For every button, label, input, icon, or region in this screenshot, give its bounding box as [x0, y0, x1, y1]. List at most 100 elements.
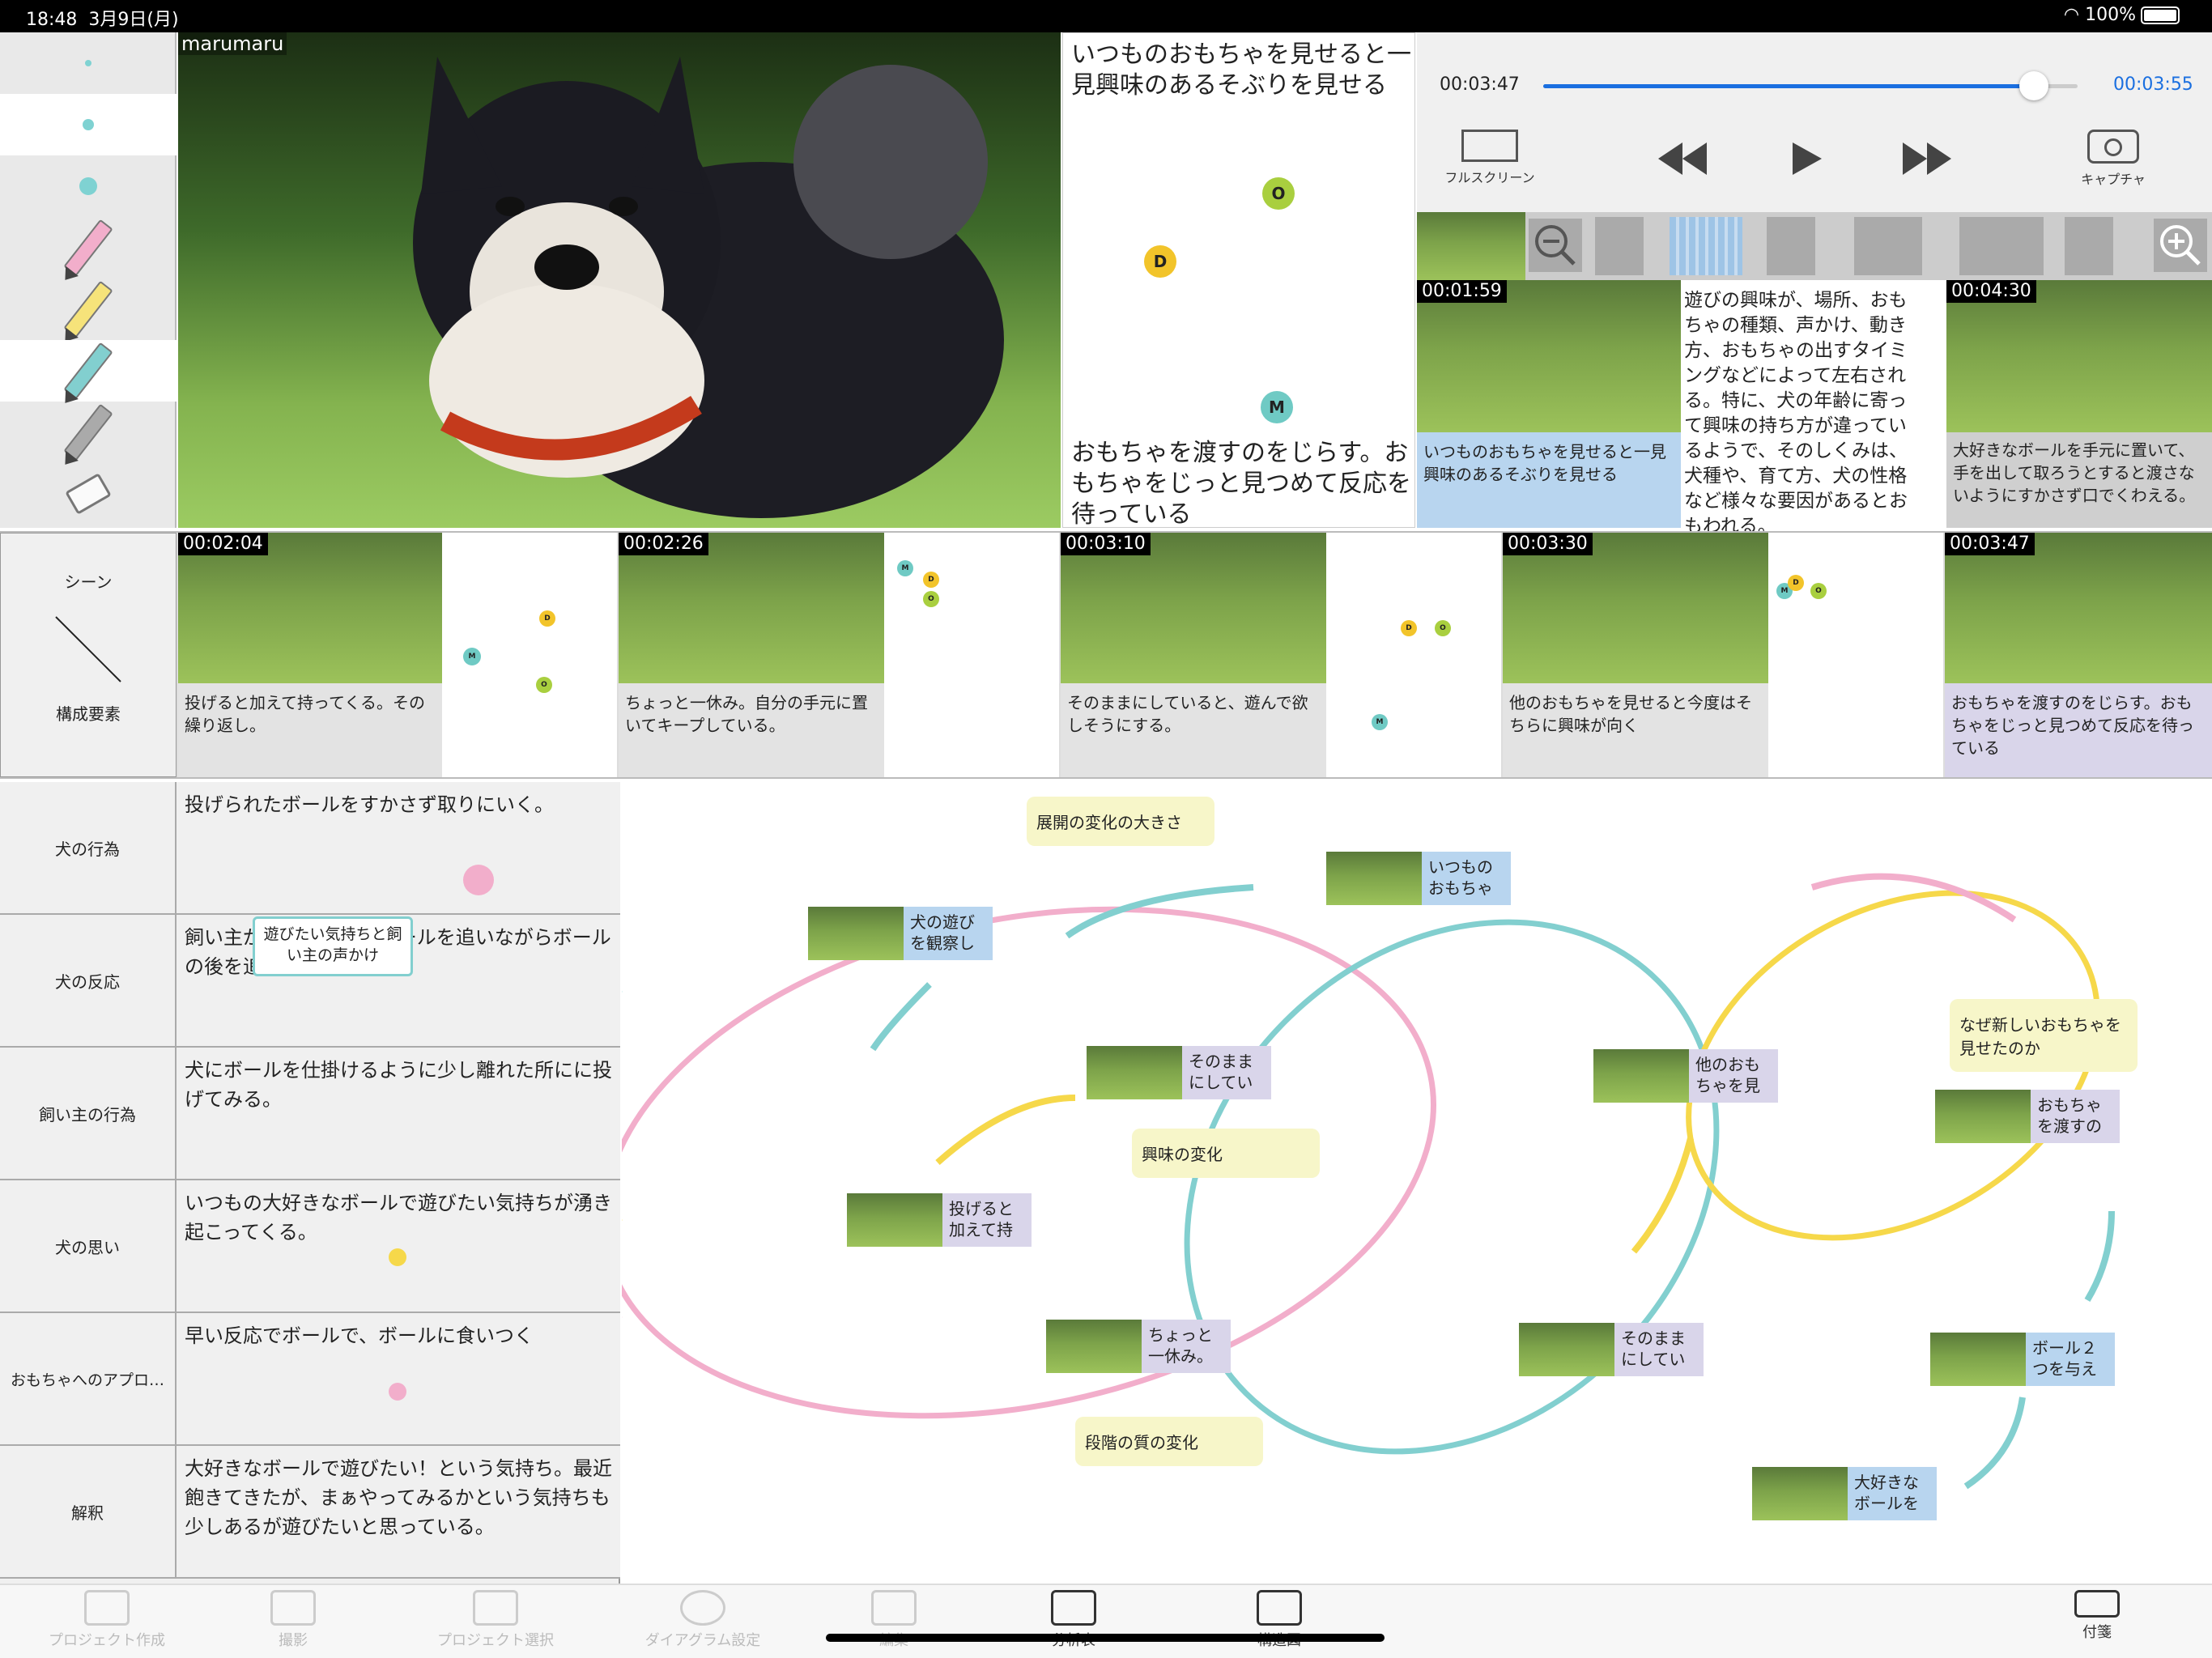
clip-caption: いつものおもちゃを見せると一見興味のあるそぶりを見せる [1417, 432, 1681, 528]
card-label: そのままにしてい [1182, 1046, 1271, 1099]
sticky-note[interactable]: 興味の変化 [1132, 1129, 1320, 1178]
scene-card-4[interactable]: 00:03:30 他のおもちゃを見せると今度はそちらに興味が向く M D O [1503, 533, 1943, 777]
table-row[interactable]: 犬の反応 飼い主が声をかけて、ボールを追いながらボールの後を追う。 遊びたい気持… [0, 915, 620, 1048]
pink-pencil-tool[interactable] [0, 217, 177, 278]
diagram-card[interactable]: おもちゃを渡すの [1935, 1090, 2120, 1143]
row-text: 早い反応でボールで、ボールに食いつく [185, 1324, 534, 1347]
table-row[interactable]: 犬の行為 投げられたボールをすかさず取りにいく。 [0, 782, 620, 915]
player-controls: 00:03:47 00:03:55 フルスクリーン キャプチャ [1417, 32, 2212, 212]
clip-thumbnail [1417, 280, 1681, 432]
card-thumbnail [1935, 1090, 2031, 1143]
play-button[interactable] [1789, 142, 1822, 178]
zoom-out-button[interactable] [1529, 219, 1582, 272]
zoom-in-icon [2160, 225, 2201, 266]
tab-diagram-settings[interactable]: ダイアグラム設定 [622, 1590, 784, 1650]
battery-status: ◠ 100% [2064, 5, 2180, 25]
diagram-card[interactable]: いつものおもちゃ [1326, 852, 1511, 905]
diagram-card[interactable]: 他のおもちゃを見 [1593, 1049, 1778, 1103]
fullscreen-button[interactable]: フルスクリーン [1441, 130, 1538, 186]
marker-m[interactable]: M [1261, 391, 1293, 423]
filmstrip-preview [1417, 212, 1525, 280]
fullscreen-icon [1461, 130, 1518, 162]
large-dot-icon [79, 177, 97, 195]
home-indicator [826, 1634, 1385, 1642]
diagram-card[interactable]: 大好きなボールを [1752, 1467, 1937, 1520]
sticky-note-icon [2074, 1590, 2120, 1618]
structure-diagram[interactable]: 展開の変化の大きさ 興味の変化 段階の質の変化 なぜ新しいおもちゃを見せたのか … [622, 782, 2212, 1584]
scene-card-5[interactable]: 00:03:47 おもちゃを渡すのをじらす。おもちゃをじっと見つめて反応を待って… [1945, 533, 2212, 777]
tab-project-create[interactable]: プロジェクト作成 [26, 1590, 188, 1650]
diagram-card[interactable]: 投げると加えて持 [847, 1193, 1032, 1247]
scene-card-1[interactable]: 00:02:04 投げると加えて持ってくる。その繰り返し。 D M O [178, 533, 617, 777]
diagonal-divider-icon [55, 616, 121, 682]
tab-shoot[interactable]: 撮影 [212, 1590, 374, 1650]
card-thumbnail [1326, 852, 1422, 905]
scene-marker-d: D [923, 572, 939, 588]
seek-track[interactable] [1543, 84, 2078, 88]
forward-button[interactable] [1903, 142, 1951, 178]
eraser-icon [65, 473, 112, 515]
side-clip-1[interactable]: 00:01:59 いつものおもちゃを見せると一見興味のあるそぶりを見せる [1417, 280, 1681, 528]
diagram-card[interactable]: そのままにしてい [1087, 1046, 1271, 1099]
yellow-pencil-tool[interactable] [0, 278, 177, 340]
scene-row: シーン 構成要素 00:02:04 投げると加えて持ってくる。その繰り返し。 D… [0, 531, 2212, 779]
clip-caption: 大好きなボールを手元に置いて、手を出して取ろうとすると渡さないようにすかさず口で… [1946, 432, 2212, 528]
seek-handle[interactable] [2019, 71, 2048, 100]
table-row[interactable]: 犬の思い いつもの大好きなボールで遊びたい気持ちが湧き起こってくる。 [0, 1180, 620, 1313]
scene-row-header: シーン 構成要素 [0, 533, 177, 777]
pen-size-small[interactable] [0, 32, 177, 94]
table-row[interactable]: 飼い主の行為 犬にボールを仕掛けるように少し離れた所にに投げてみる。 [0, 1048, 620, 1180]
link-tooltip[interactable]: 遊びたい気持ちと飼い主の声かけ [253, 916, 413, 976]
clip-thumbnail [1946, 280, 2212, 432]
diagram-card[interactable]: 犬の遊びを観察し [808, 907, 993, 960]
tools-icon [871, 1590, 917, 1626]
sticky-note[interactable]: 段階の質の変化 [1075, 1417, 1263, 1466]
scene-caption: おもちゃを渡すのをじらす。おもちゃをじっと見つめて反応を待っている [1945, 683, 2212, 777]
eraser-tool[interactable] [0, 463, 177, 525]
filmstrip-frame [2065, 217, 2113, 275]
card-label: いつものおもちゃ [1422, 852, 1511, 905]
pen-size-medium[interactable] [0, 94, 177, 155]
diagram-card[interactable]: ちょっと一休み。 [1046, 1320, 1231, 1373]
capture-button[interactable]: キャプチャ [2065, 130, 2162, 188]
gray-pencil-tool[interactable] [0, 402, 177, 463]
marker-d[interactable]: D [1144, 245, 1176, 278]
scene-label: シーン [64, 572, 113, 592]
diagram-card[interactable]: そのままにしてい [1519, 1323, 1704, 1376]
scene-time: 00:03:47 [1945, 533, 2035, 555]
card-label: 投げると加えて持 [942, 1193, 1032, 1247]
folder-icon [473, 1590, 518, 1626]
card-thumbnail [1593, 1049, 1689, 1103]
filmstrip-frame [1595, 217, 1644, 275]
marker-o[interactable]: O [1262, 177, 1295, 210]
row-label: 飼い主の行為 [0, 1048, 177, 1179]
scene-note-panel[interactable]: いつものおもちゃを見せると一見興味のあるそぶりを見せる O D M おもちゃを渡… [1062, 32, 1415, 529]
scene-time: 00:03:30 [1503, 533, 1593, 555]
card-thumbnail [1087, 1046, 1182, 1099]
rewind-button[interactable] [1658, 142, 1707, 178]
card-thumbnail [1752, 1467, 1848, 1520]
scene-card-2[interactable]: 00:02:26 ちょっと一休み。自分の手元に置いてキープしている。 M D O [619, 533, 1059, 777]
video-view[interactable]: marumaru [178, 32, 1061, 528]
sticky-note[interactable]: なぜ新しいおもちゃを見せたのか [1950, 999, 2138, 1072]
tab-project-select[interactable]: プロジェクト選択 [415, 1590, 576, 1650]
pen-size-large[interactable] [0, 155, 177, 217]
scene-marker-o: O [536, 677, 552, 693]
table-row[interactable]: おもちゃへのアプロ… 早い反応でボールで、ボールに食いつく [0, 1313, 620, 1446]
rewind-icon [1658, 142, 1707, 175]
teal-pencil-tool[interactable] [0, 340, 177, 402]
scene-marker-d: D [539, 610, 555, 627]
zoom-in-button[interactable] [2154, 219, 2207, 272]
side-clip-2[interactable]: 00:04:30 大好きなボールを手元に置いて、手を出して取ろうとすると渡さない… [1946, 280, 2212, 528]
table-row[interactable]: 解釈 大好きなボールで遊びたい！という気持ち。最近飽きてきたが、まぁやってみるか… [0, 1446, 620, 1579]
tab-sticky-note[interactable]: 付箋 [2016, 1590, 2178, 1642]
medium-dot-icon [83, 119, 94, 130]
sticky-note[interactable]: 展開の変化の大きさ [1027, 797, 1214, 846]
scene-card-3[interactable]: 00:03:10 そのままにしていると、遊んで欲しそうにする。 D O M [1061, 533, 1501, 777]
timeline-filmstrip[interactable] [1417, 212, 2212, 280]
diagram-card[interactable]: ボール２つを与え [1930, 1333, 2115, 1386]
status-time: 18:48 3月9日(月) [26, 10, 179, 30]
card-label: ちょっと一休み。 [1142, 1320, 1231, 1373]
status-bar: 18:48 3月9日(月) ◠ 100% [0, 0, 2212, 32]
scene-caption: そのままにしていると、遊んで欲しそうにする。 [1061, 683, 1326, 777]
